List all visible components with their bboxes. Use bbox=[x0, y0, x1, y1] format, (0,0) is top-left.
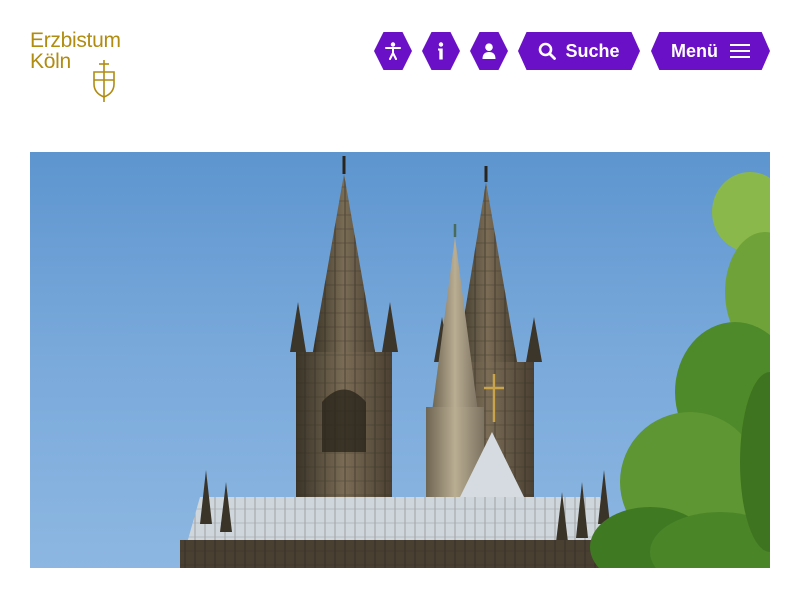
page: Erzbistum Köln Suche Menü bbox=[0, 0, 800, 600]
cross-emblem-icon bbox=[93, 60, 115, 102]
search-button-label: Suche bbox=[565, 40, 620, 61]
logo-text-line2: Köln bbox=[30, 50, 71, 73]
user-account-button[interactable] bbox=[470, 32, 508, 70]
site-logo[interactable]: Erzbistum Köln bbox=[30, 30, 150, 102]
accessibility-icon bbox=[385, 42, 401, 60]
search-icon bbox=[538, 42, 557, 60]
info-icon bbox=[437, 42, 445, 60]
hamburger-icon bbox=[730, 44, 750, 58]
tree-foliage bbox=[590, 172, 770, 568]
accessibility-button[interactable] bbox=[374, 32, 412, 70]
user-icon bbox=[482, 43, 496, 59]
info-button[interactable] bbox=[422, 32, 460, 70]
menu-button-label: Menü bbox=[671, 40, 718, 61]
logo-text-line1: Erzbistum bbox=[30, 29, 121, 52]
hero-image bbox=[30, 152, 770, 568]
menu-button[interactable]: Menü bbox=[651, 32, 770, 70]
search-button[interactable]: Suche bbox=[518, 32, 640, 70]
